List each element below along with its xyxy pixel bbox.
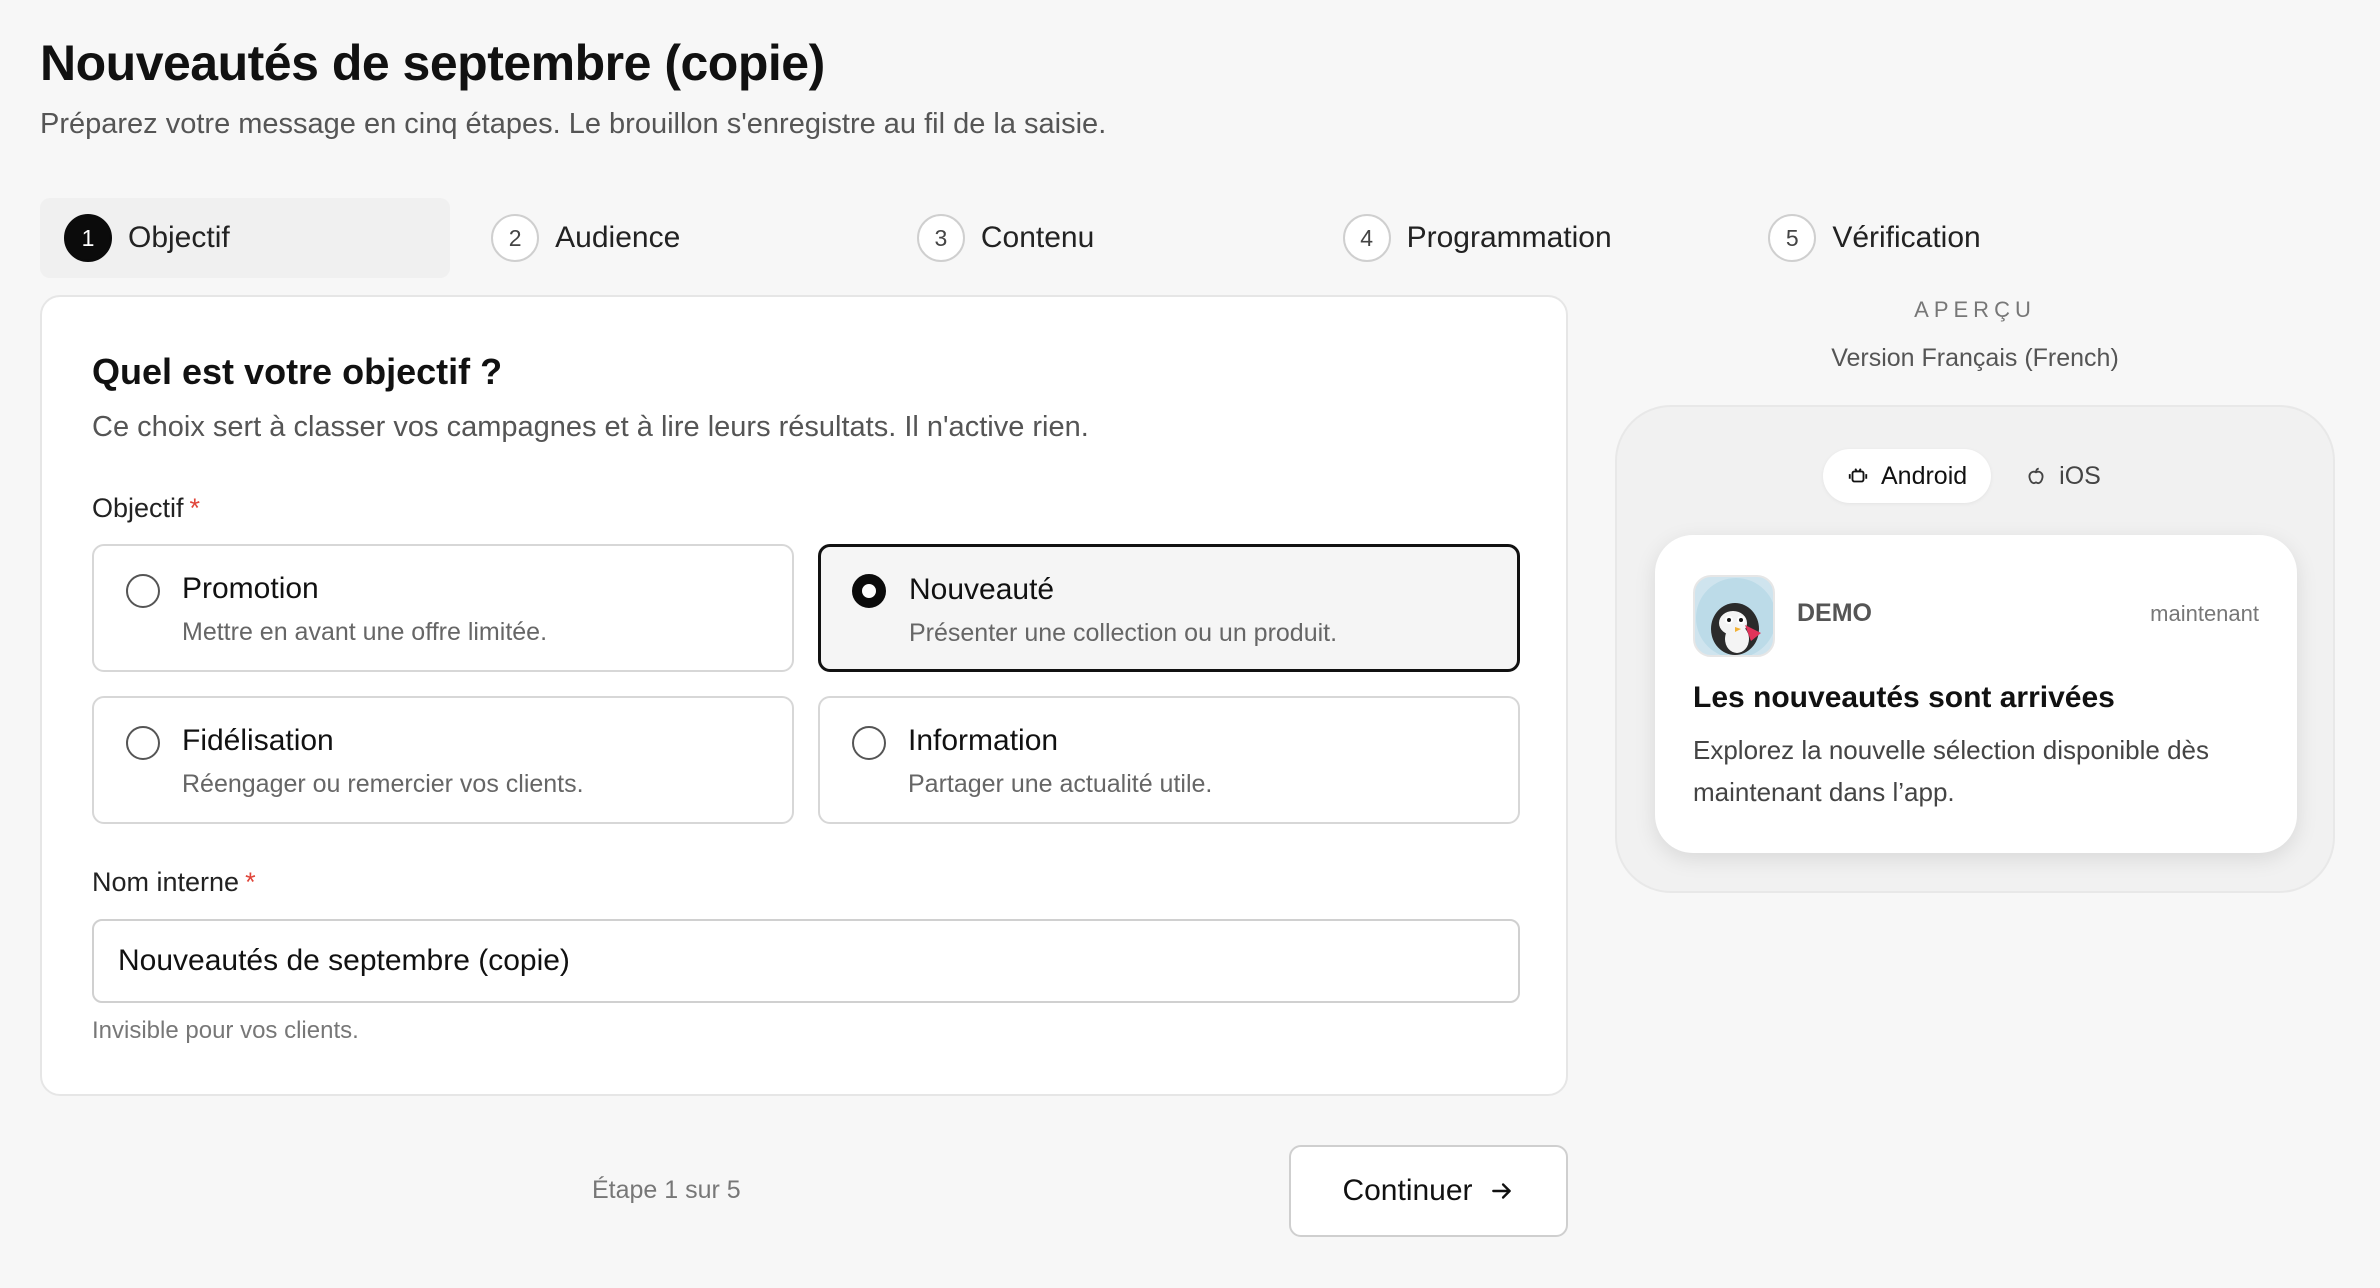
radio-button[interactable] [852,726,886,760]
objective-form-card: Quel est votre objectif ? Ce choix sert … [40,295,1568,1096]
internal-name-input[interactable] [92,919,1520,1003]
objective-label-text: Objectif [92,493,184,523]
option-information[interactable]: Information Partager une actualité utile… [818,696,1520,824]
option-title: Promotion [182,572,319,605]
option-fidelisation[interactable]: Fidélisation Réengager ou remercier vos … [92,696,794,824]
app-logo-icon [1693,575,1775,657]
step-number: 1 [64,214,112,262]
preview-version: Version Français (French) [1831,344,2119,372]
platform-tabs: Android iOS [1823,449,2125,503]
platform-tab-label: Android [1881,461,1968,490]
option-promotion[interactable]: Promotion Mettre en avant une offre limi… [92,544,794,672]
step-audience[interactable]: 2 Audience [467,198,893,278]
option-description: Partager une actualité utile. [908,770,1213,798]
notification-time: maintenant [2150,601,2259,626]
step-counter: Étape 1 sur 5 [592,1176,741,1204]
step-number: 5 [1768,214,1817,262]
arrow-right-icon [1491,1183,1511,1199]
option-title: Fidélisation [182,724,334,757]
platform-tab-ios[interactable]: iOS [2001,449,2125,503]
notification-title: Les nouveautés sont arrivées [1693,681,2115,714]
form-description: Ce choix sert à classer vos campagnes et… [92,411,1089,443]
notification-card: DEMO maintenant Les nouveautés sont arri… [1655,535,2297,853]
step-objectif[interactable]: 1 Objectif [40,198,451,278]
radio-button-selected[interactable] [852,574,886,608]
app-name: DEMO [1797,599,1872,627]
internal-name-label: Nom interne * [92,867,256,898]
continue-button[interactable]: Continuer [1289,1145,1568,1237]
page-title: Nouveautés de septembre (copie) [40,35,825,91]
step-label: Contenu [980,221,1095,254]
radio-button[interactable] [126,726,160,760]
option-description: Présenter une collection ou un produit. [909,619,1338,647]
device-preview: Android iOS DEMO maintenant Les nouveaut… [1615,405,2335,893]
required-mark: * [189,493,201,523]
step-label: Objectif [128,221,230,254]
step-number: 2 [491,214,540,262]
platform-tab-android[interactable]: Android [1823,449,1992,503]
option-nouveaute[interactable]: Nouveauté Présenter une collection ou un… [818,544,1520,672]
internal-name-label-text: Nom interne [92,867,240,897]
step-verification[interactable]: 5 Vérification [1744,198,2170,278]
step-label: Vérification [1832,221,1981,254]
page-subtitle: Préparez votre message en cinq étapes. L… [40,108,1107,140]
step-contenu[interactable]: 3 Contenu [893,198,1319,278]
step-programmation[interactable]: 4 Programmation [1319,198,1745,278]
required-mark: * [245,867,256,897]
form-heading: Quel est votre objectif ? [92,351,503,392]
objective-label: Objectif * [92,493,200,524]
internal-name-help: Invisible pour vos clients. [92,1017,359,1044]
option-description: Mettre en avant une offre limitée. [182,618,548,646]
preview-eyebrow: APERÇU [1914,297,2036,322]
continue-label: Continuer [1342,1174,1473,1207]
step-number: 3 [916,214,965,262]
step-number: 4 [1342,214,1391,262]
option-description: Réengager ou remercier vos clients. [182,770,584,798]
step-label: Audience [555,221,681,254]
platform-tab-label: iOS [2059,461,2101,490]
radio-button[interactable] [126,574,160,608]
android-icon [1848,468,1868,483]
step-label: Programmation [1406,221,1612,254]
notification-body: Explorez la nouvelle sélection disponibl… [1693,735,2209,807]
option-title: Information [908,724,1059,757]
option-title: Nouveauté [909,573,1055,606]
apple-icon [2028,467,2044,485]
stepper: 1 Objectif 2 Audience 3 Contenu 4 Progra… [40,198,2170,278]
